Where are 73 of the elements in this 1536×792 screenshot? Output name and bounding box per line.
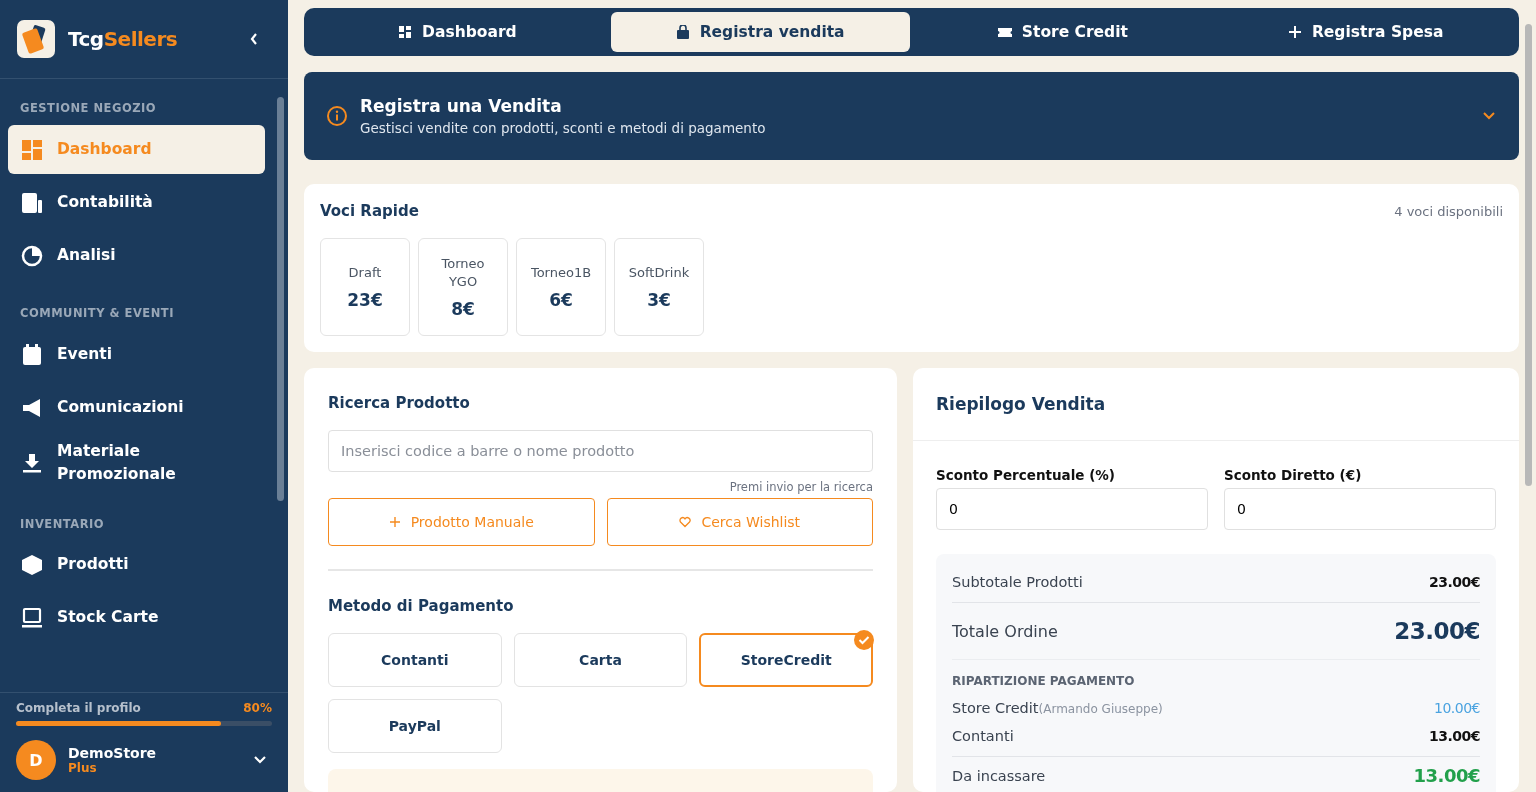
search-field[interactable]: Inserisci codice a barre o nome prodotto — [328, 430, 873, 472]
item-count: 4 voci disponibili — [1394, 203, 1503, 219]
tab[interactable]: Store Credit — [913, 12, 1213, 52]
due-value: 13.00€ — [1413, 765, 1480, 786]
payment-method[interactable]: Contanti — [328, 633, 502, 687]
grid-icon — [21, 138, 43, 161]
section-title: GESTIONE NEGOZIO — [19, 100, 158, 117]
brand-name: TcgSellers — [68, 27, 179, 51]
pie-icon — [21, 244, 43, 267]
row-value: 13.00€ — [1428, 728, 1480, 744]
nav-item[interactable]: Analisi — [8, 231, 265, 280]
chevron-down-icon[interactable] — [1483, 112, 1495, 120]
tab[interactable]: Registra vendita — [610, 12, 910, 52]
banner-subtitle: Gestisci vendite con prodotti, sconti e metodi di pagamento — [360, 120, 767, 136]
input-field[interactable]: 0 — [1224, 488, 1496, 530]
row-value: 10.00€ — [1434, 700, 1480, 716]
row-label: Contanti — [952, 728, 1014, 744]
collapse-icon[interactable] — [250, 33, 258, 45]
nav-item[interactable]: Stock Carte — [8, 593, 265, 643]
avatar: D — [16, 740, 56, 780]
tab[interactable]: Registra Spesa — [1216, 12, 1515, 52]
input-field[interactable]: 0 — [936, 488, 1208, 530]
quick-item-tile[interactable]: SoftDrink 3€ — [614, 238, 704, 336]
box-icon — [21, 554, 43, 576]
check-badge-icon — [854, 630, 874, 650]
user-name: DemoStore — [68, 745, 158, 761]
plus-icon — [388, 516, 401, 528]
nav-item[interactable]: Contabilità — [8, 178, 265, 227]
row-label: Da incassare — [952, 767, 1046, 784]
row-label: Subtotale Prodotti — [952, 574, 1083, 590]
total-value: 23.00€ — [1394, 618, 1480, 644]
card-title: Ricerca Prodotto — [328, 394, 471, 412]
progress-reading: 80% — [243, 701, 272, 715]
bag-icon — [675, 25, 690, 39]
plus-icon — [1287, 25, 1302, 39]
calendar-icon — [21, 343, 43, 366]
nav-item[interactable]: Prodotti — [8, 540, 265, 590]
payment-method[interactable]: StoreCredit — [699, 633, 873, 687]
plan-label: Plus — [68, 761, 98, 775]
quick-item-tile[interactable]: Torneo1B 6€ — [516, 238, 606, 336]
row-value: 23.00€ — [1428, 574, 1480, 590]
scrollbar[interactable] — [277, 97, 284, 501]
payment-method[interactable]: Carta — [513, 633, 688, 687]
card-title: Voci Rapide — [320, 202, 419, 220]
field-label: Sconto Diretto (€) — [1224, 467, 1363, 483]
banner-title: Registra una Vendita — [360, 96, 563, 116]
tab[interactable]: Dashboard — [308, 12, 607, 52]
laptop-icon — [21, 607, 43, 629]
hint-text: Premi invio per la ricerca — [729, 480, 873, 494]
progress-label: Completa il profilo — [16, 701, 141, 715]
quick-item-tile[interactable]: Torneo YGO 8€ — [418, 238, 508, 336]
download-icon — [21, 452, 43, 475]
section-title: INVENTARIO — [19, 515, 106, 533]
row-label: Store Credit(Armando Giuseppe) — [952, 700, 1163, 716]
nav-item[interactable]: Eventi — [8, 330, 265, 379]
heart-icon — [679, 516, 692, 528]
row-label: Totale Ordine — [952, 621, 1058, 641]
ledger-icon — [21, 191, 43, 214]
grid-icon — [398, 25, 413, 39]
logo-icon — [17, 20, 55, 58]
info-icon — [326, 105, 348, 127]
section-title: COMMUNITY & EVENTI — [19, 305, 175, 322]
section-title: RIPARTIZIONE PAGAMENTO — [952, 674, 1136, 688]
ticket-icon — [997, 25, 1012, 39]
card-title: Metodo di Pagamento — [328, 597, 515, 615]
nav-item[interactable]: Comunicazioni — [8, 383, 265, 432]
payment-method[interactable]: PayPal — [328, 699, 502, 753]
scrollbar[interactable] — [1525, 24, 1532, 486]
nav-item[interactable]: Materiale Promozionale — [8, 436, 265, 491]
megaphone-icon — [21, 396, 43, 419]
field-label: Sconto Percentuale (%) — [936, 467, 1117, 483]
quick-item-tile[interactable]: Draft 23€ — [320, 238, 410, 336]
card-title: Riepilogo Vendita — [936, 394, 1106, 414]
